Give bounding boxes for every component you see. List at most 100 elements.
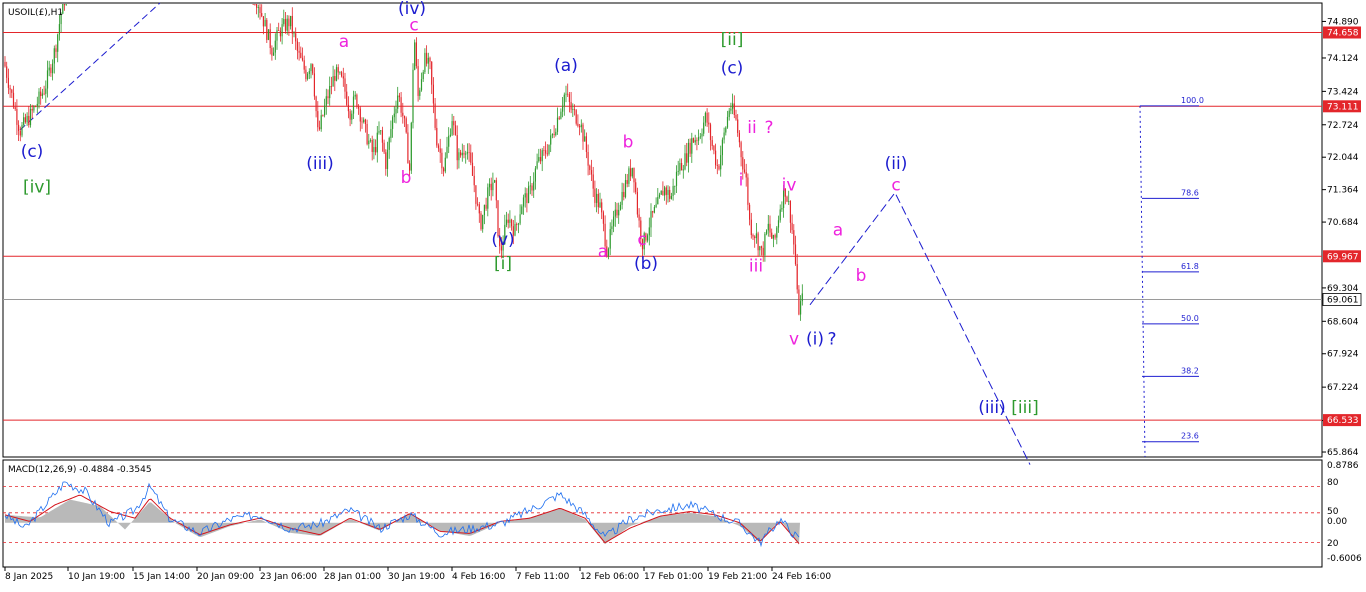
wave-label[interactable]: (a)	[554, 56, 578, 76]
candle-body	[358, 106, 360, 109]
candle-body	[444, 157, 446, 172]
candle-body	[337, 67, 339, 73]
candle-body	[16, 109, 18, 125]
candle-body	[378, 131, 380, 133]
candle-body	[315, 96, 317, 112]
candle-body	[35, 106, 37, 108]
wave-label[interactable]: (iii)	[978, 398, 1005, 418]
candle-body	[4, 61, 6, 67]
candle-body	[422, 72, 424, 80]
candle-body	[434, 103, 436, 128]
candle-body	[471, 162, 474, 176]
candle-body	[723, 132, 725, 140]
candle-body	[798, 289, 800, 315]
candle-body	[543, 150, 545, 151]
candle-body	[9, 87, 11, 90]
wave-label[interactable]: [ii]	[721, 30, 744, 50]
candle-body	[461, 152, 463, 156]
wave-label[interactable]: c	[409, 15, 418, 35]
candle-body	[412, 69, 414, 123]
wave-label[interactable]: [i]	[494, 254, 512, 274]
wave-label[interactable]: a	[833, 221, 843, 241]
wave-label[interactable]: ?	[827, 329, 836, 349]
price-tick-label: 65.864	[1327, 448, 1359, 458]
candle-body	[381, 130, 383, 143]
candle-body	[703, 122, 705, 134]
wave-label[interactable]: (iii)	[306, 154, 333, 174]
candle-body	[601, 202, 603, 213]
candle-body	[769, 223, 771, 233]
wave-label[interactable]: iii	[749, 256, 763, 276]
wave-label[interactable]: [iv]	[23, 178, 51, 198]
candle-body	[305, 69, 307, 80]
candle-body	[592, 174, 594, 189]
wave-label[interactable]: iv	[782, 175, 797, 195]
candle-body	[699, 136, 701, 138]
candle-body	[541, 150, 543, 162]
candle-body	[766, 230, 768, 234]
wave-label[interactable]: (v)	[491, 230, 514, 250]
candle-body	[368, 140, 370, 145]
candle-body	[261, 13, 263, 17]
wave-label[interactable]: [iii]	[1011, 398, 1038, 418]
candle-body	[730, 108, 732, 111]
candle-body	[380, 130, 382, 132]
candle-body	[590, 170, 593, 175]
candle-body	[256, 4, 258, 8]
wave-label[interactable]: (c)	[721, 58, 744, 78]
candle-body	[529, 185, 531, 187]
candle-body	[674, 185, 676, 187]
candle-body	[682, 169, 684, 171]
candle-body	[470, 152, 472, 163]
candle-body	[679, 162, 681, 171]
candle-body	[429, 57, 431, 62]
wave-label[interactable]: (b)	[634, 254, 658, 274]
wave-label[interactable]: (c)	[21, 142, 44, 162]
wave-label[interactable]: c	[891, 175, 900, 195]
candle-body	[329, 86, 331, 99]
candle-body	[511, 219, 513, 227]
candle-body	[410, 122, 412, 171]
candle-body	[6, 66, 8, 78]
wave-label[interactable]: b	[623, 132, 634, 152]
level-tag-label: 73.111	[1327, 102, 1359, 112]
candle-body	[385, 152, 387, 169]
candle-body	[662, 190, 664, 196]
macd-tick-label: 80	[1327, 478, 1339, 488]
candle-body	[415, 42, 417, 67]
candle-body	[364, 119, 366, 124]
wave-label[interactable]: (ii)	[885, 154, 908, 174]
candle-body	[300, 52, 302, 58]
wave-label[interactable]: (i)	[806, 329, 824, 349]
candle-body	[339, 72, 341, 74]
candle-body	[475, 185, 477, 204]
candle-body	[7, 77, 9, 88]
candle-body	[628, 168, 630, 184]
candle-body	[417, 66, 419, 96]
wave-label[interactable]: v	[789, 329, 799, 349]
candle-body	[711, 140, 713, 146]
candle-body	[361, 121, 363, 123]
wave-label[interactable]: ii	[747, 118, 756, 138]
candle-body	[522, 197, 525, 207]
candle-body	[283, 19, 285, 25]
candle-body	[733, 103, 735, 115]
wave-label[interactable]: b	[856, 266, 867, 286]
candle-body	[448, 135, 450, 147]
candle-body	[388, 137, 390, 150]
wave-label[interactable]: i	[739, 171, 744, 191]
candle-body	[672, 186, 674, 197]
wave-label[interactable]: b	[401, 168, 412, 188]
candle-body	[760, 246, 763, 248]
candle-body	[50, 67, 52, 74]
wave-label[interactable]: ?	[764, 118, 773, 138]
candle-body	[420, 79, 423, 91]
candle-body	[551, 133, 553, 136]
candle-body	[626, 180, 628, 184]
candle-body	[262, 16, 264, 27]
candle-body	[310, 64, 312, 72]
wave-label[interactable]: c	[637, 230, 646, 250]
wave-label[interactable]: a	[598, 242, 608, 262]
candle-body	[691, 138, 693, 154]
wave-label[interactable]: a	[339, 32, 349, 52]
